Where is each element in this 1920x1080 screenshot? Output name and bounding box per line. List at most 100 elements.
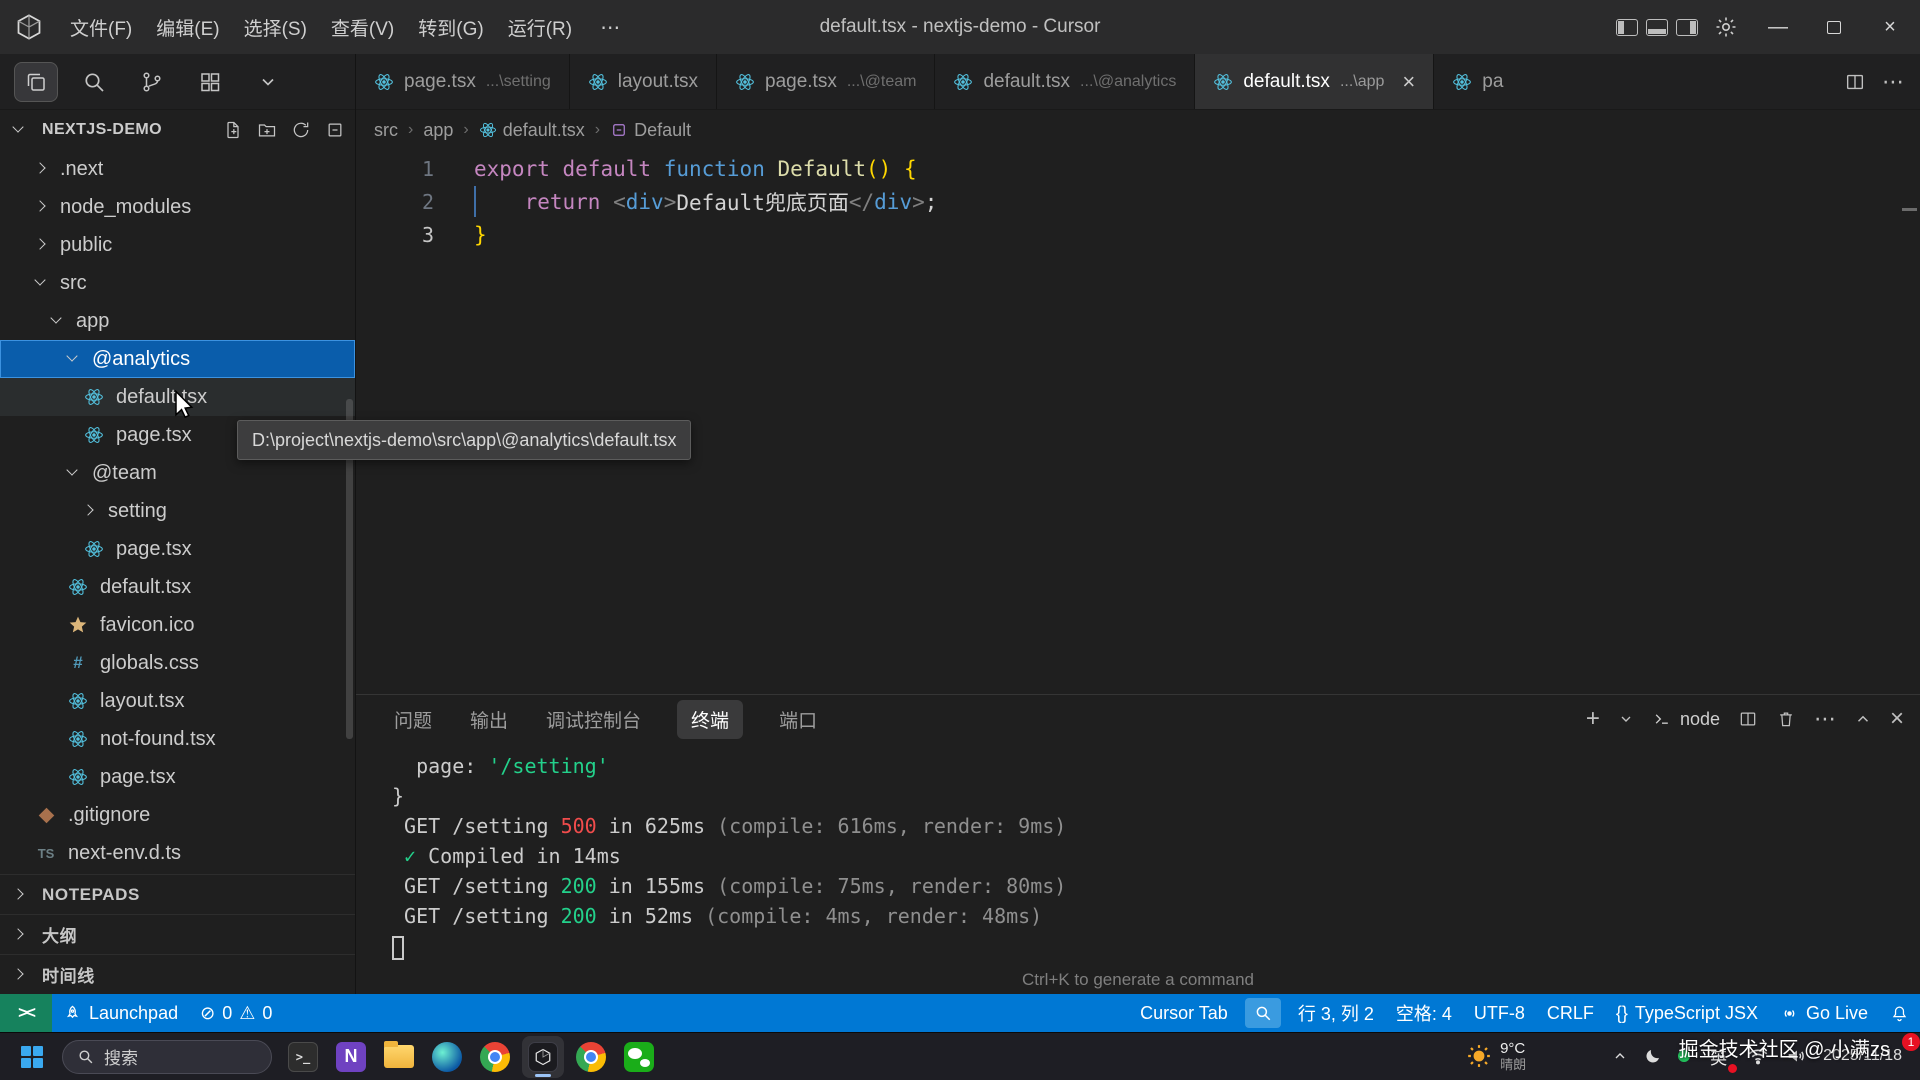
close-button[interactable]: × [1866,0,1914,54]
notepad-icon: N [336,1042,366,1072]
taskbar-app-browser[interactable] [570,1036,612,1078]
moon-icon[interactable] [1644,1047,1662,1065]
minimize-button[interactable]: — [1754,0,1802,54]
problems-status[interactable]: ⊘0 ⚠0 [189,994,283,1032]
taskbar-app-chrome[interactable] [474,1036,516,1078]
indentation-status[interactable]: 空格: 4 [1385,994,1463,1032]
breadcrumb-item[interactable]: Default [610,120,691,141]
go-live-status[interactable]: Go Live [1769,994,1879,1032]
launchpad-status[interactable]: Launchpad [52,994,189,1032]
split-editor-icon[interactable] [1844,71,1866,93]
toggle-sidebar-icon[interactable] [1616,19,1638,36]
close-tab-icon[interactable]: × [1402,71,1415,93]
taskbar-app-terminal[interactable]: >_ [282,1036,324,1078]
editor-tab[interactable]: pa [1434,54,1530,109]
tree-item-page.tsx[interactable]: page.tsx [0,530,355,568]
terminal-output[interactable]: page: '/setting'} GET /setting 500 in 62… [356,743,1920,994]
editor-tab[interactable]: page.tsx...\setting [356,54,570,109]
new-terminal-button[interactable]: + [1586,705,1600,733]
tree-item-.gitignore[interactable]: .gitignore [0,796,355,834]
taskbar-search[interactable]: 搜索 [62,1040,272,1074]
search-icon[interactable] [72,62,116,102]
taskbar-app-cursor[interactable] [522,1036,564,1078]
line-number: 1 [356,157,434,181]
weather-widget[interactable]: 9°C晴朗 [1466,1041,1526,1072]
panel-tab-调试控制台[interactable]: 调试控制台 [544,700,643,739]
start-button[interactable] [12,1037,52,1077]
tree-item-node_modules[interactable]: node_modules [0,188,355,226]
tree-item-@analytics[interactable]: @analytics [0,340,355,378]
menu-item[interactable]: 选择(S) [232,14,319,45]
sidebar-section-NOTEPADS[interactable]: NOTEPADS [0,874,355,914]
collapse-all-icon[interactable] [325,120,345,140]
menu-item[interactable]: 编辑(E) [144,14,231,45]
tree-item-default.tsx[interactable]: default.tsx [0,568,355,606]
tree-item-.next[interactable]: .next [0,150,355,188]
tree-item-setting[interactable]: setting [0,492,355,530]
refresh-icon[interactable] [291,120,311,140]
breadcrumb-item[interactable]: default.tsx [479,120,585,141]
close-panel-button[interactable]: × [1890,705,1904,733]
tree-item-not-found.tsx[interactable]: not-found.tsx [0,720,355,758]
react-icon [1452,72,1472,92]
remote-indicator[interactable]: >< [0,994,52,1032]
editor-tab[interactable]: default.tsx...\@analytics [935,54,1195,109]
new-file-icon[interactable] [223,120,243,140]
panel-more-actions-button[interactable]: ⋯ [1814,706,1836,732]
panel-tab-问题[interactable]: 问题 [392,700,434,739]
taskbar-app-notepad[interactable]: N [330,1036,372,1078]
terminal-profile-chevron-icon[interactable] [1618,711,1634,727]
explorer-section-header[interactable]: NEXTJS-DEMO [0,110,355,150]
tree-item-globals.css[interactable]: #globals.css [0,644,355,682]
notifications-bell[interactable] [1879,994,1920,1032]
maximize-panel-icon[interactable] [1854,710,1872,728]
panel-tab-端口[interactable]: 端口 [777,700,819,739]
tree-item-favicon.ico[interactable]: favicon.ico [0,606,355,644]
explorer-icon[interactable] [14,62,58,102]
extensions-icon[interactable] [188,62,232,102]
taskbar-app-wechat[interactable] [618,1036,660,1078]
editor-tab[interactable]: layout.tsx [570,54,717,109]
encoding-status[interactable]: UTF-8 [1463,994,1536,1032]
maximize-button[interactable] [1810,0,1858,54]
code-lines: 1export default function Default() {2 re… [356,152,1920,251]
new-folder-icon[interactable] [257,120,277,140]
cursor-position-status[interactable]: 行 3, 列 2 [1287,994,1385,1032]
menu-item[interactable]: 运行(R) [496,14,584,45]
menu-more-button[interactable]: ⋯ [588,15,632,40]
panel-tab-终端[interactable]: 终端 [677,700,743,739]
kill-terminal-icon[interactable] [1776,709,1796,729]
zoom-status-button[interactable] [1245,998,1281,1028]
terminal-profile-item[interactable]: node [1652,709,1720,730]
tree-item-app[interactable]: app [0,302,355,340]
source-control-icon[interactable] [130,62,174,102]
sidebar-section-大纲[interactable]: 大纲 [0,914,355,954]
eol-status[interactable]: CRLF [1536,994,1605,1032]
chevron-down-icon[interactable] [246,62,290,102]
editor-tab[interactable]: page.tsx...\@team [717,54,935,109]
cursor-tab-status[interactable]: Cursor Tab [1129,994,1239,1032]
split-terminal-icon[interactable] [1738,709,1758,729]
language-mode-status[interactable]: {} TypeScript JSX [1605,994,1769,1032]
breadcrumb-item[interactable]: app [423,120,453,141]
tray-chevron-up-icon[interactable] [1612,1048,1628,1064]
tree-item-layout.tsx[interactable]: layout.tsx [0,682,355,720]
breadcrumb-item[interactable]: src [374,120,398,141]
menu-item[interactable]: 查看(V) [319,14,406,45]
tree-item-public[interactable]: public [0,226,355,264]
taskbar-app-edge[interactable] [426,1036,468,1078]
taskbar-app-explorer[interactable] [378,1036,420,1078]
menu-item[interactable]: 转到(G) [406,14,495,45]
title-bar: 文件(F)编辑(E)选择(S)查看(V)转到(G)运行(R) ⋯ default… [0,0,1920,54]
panel-tab-输出[interactable]: 输出 [468,700,510,739]
tree-item-src[interactable]: src [0,264,355,302]
sidebar-section-时间线[interactable]: 时间线 [0,954,355,994]
toggle-secondary-sidebar-icon[interactable] [1676,19,1698,36]
tree-item-page.tsx[interactable]: page.tsx [0,758,355,796]
toggle-panel-icon[interactable] [1646,19,1668,36]
settings-gear-icon[interactable] [1714,15,1738,39]
editor-tab[interactable]: default.tsx...\app× [1195,54,1434,109]
tree-item-next-env.d.ts[interactable]: TSnext-env.d.ts [0,834,355,872]
menu-item[interactable]: 文件(F) [58,14,144,45]
editor-more-actions-button[interactable]: ⋯ [1882,69,1904,95]
